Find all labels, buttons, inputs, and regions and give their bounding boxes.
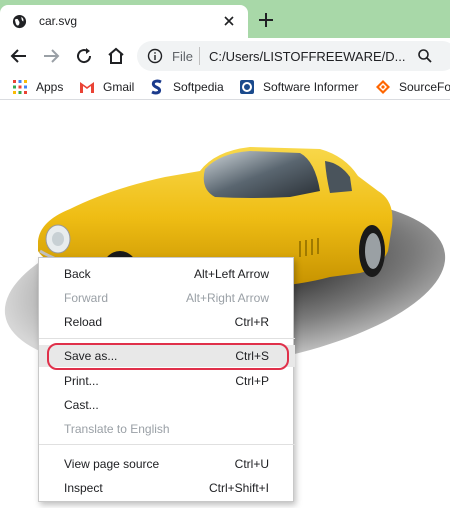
close-tab-icon[interactable] bbox=[221, 13, 237, 29]
menu-item-reload[interactable]: Reload Ctrl+R bbox=[39, 311, 295, 333]
menu-item-label: Back bbox=[64, 267, 91, 281]
highlight-ring bbox=[47, 343, 289, 370]
menu-item-label: Cast... bbox=[64, 398, 99, 412]
menu-separator bbox=[39, 338, 295, 339]
software-informer-icon bbox=[240, 80, 254, 94]
gmail-icon bbox=[80, 82, 94, 93]
toolbar: File C:/Users/LISTOFFREEWARE/D... bbox=[0, 38, 450, 74]
menu-item-label: Forward bbox=[64, 291, 109, 305]
menu-item-label: Reload bbox=[64, 315, 103, 329]
apps-grid-icon bbox=[13, 80, 27, 94]
menu-item-back[interactable]: Back Alt+Left Arrow bbox=[39, 263, 295, 285]
search-icon[interactable] bbox=[417, 48, 433, 64]
tab-strip: car.svg bbox=[0, 0, 450, 38]
home-icon[interactable] bbox=[106, 46, 126, 66]
url-text[interactable]: C:/Users/LISTOFFREEWARE/D... bbox=[209, 49, 405, 64]
active-tab[interactable]: car.svg bbox=[0, 5, 248, 38]
menu-item-cast[interactable]: Cast... bbox=[39, 394, 295, 416]
menu-item-label: View page source bbox=[64, 457, 160, 471]
bookmark-softpedia[interactable]: Softpedia bbox=[149, 78, 224, 96]
menu-item-forward: Forward Alt+Right Arrow bbox=[39, 287, 295, 309]
address-bar[interactable]: File C:/Users/LISTOFFREEWARE/D... bbox=[137, 41, 450, 71]
forward-arrow-icon[interactable] bbox=[41, 46, 61, 66]
tab-title: car.svg bbox=[39, 14, 78, 28]
menu-item-shortcut: Ctrl+U bbox=[234, 457, 269, 471]
bookmark-apps[interactable]: Apps bbox=[12, 78, 63, 96]
menu-item-label: Print... bbox=[64, 374, 99, 388]
menu-item-label: Inspect bbox=[64, 481, 103, 495]
menu-item-shortcut: Alt+Left Arrow bbox=[193, 267, 269, 281]
menu-item-shortcut: Ctrl+P bbox=[235, 374, 269, 388]
menu-item-print[interactable]: Print... Ctrl+P bbox=[39, 370, 295, 392]
bookmark-sourceforge[interactable]: SourceFo bbox=[375, 78, 450, 96]
bookmark-label: Softpedia bbox=[173, 80, 224, 94]
info-icon[interactable] bbox=[147, 48, 163, 64]
context-menu: Back Alt+Left Arrow Forward Alt+Right Ar… bbox=[38, 257, 295, 502]
new-tab-icon[interactable] bbox=[257, 11, 275, 29]
sourceforge-icon bbox=[376, 80, 390, 94]
reload-icon[interactable] bbox=[74, 46, 94, 66]
menu-item-shortcut: Ctrl+R bbox=[234, 315, 269, 329]
menu-item-shortcut: Ctrl+Shift+I bbox=[208, 481, 269, 495]
bookmark-gmail[interactable]: Gmail bbox=[79, 78, 134, 96]
softpedia-icon bbox=[151, 79, 162, 95]
menu-item-inspect[interactable]: Inspect Ctrl+Shift+I bbox=[39, 477, 295, 499]
menu-item-shortcut: Alt+Right Arrow bbox=[185, 291, 269, 305]
bookmark-label: Software Informer bbox=[263, 80, 359, 94]
menu-item-translate: Translate to English bbox=[39, 418, 295, 440]
bookmark-label: Gmail bbox=[103, 80, 135, 94]
bookmark-label: SourceFo bbox=[399, 80, 450, 94]
bookmarks-bar: Apps Gmail Softpedia Software Informer S… bbox=[0, 74, 450, 100]
bookmark-software-informer[interactable]: Software Informer bbox=[239, 78, 358, 96]
address-separator bbox=[199, 47, 200, 65]
back-arrow-icon[interactable] bbox=[9, 46, 29, 66]
bookmark-label: Apps bbox=[36, 80, 64, 94]
globe-icon bbox=[12, 14, 27, 29]
scheme-label: File bbox=[172, 49, 193, 64]
menu-item-label: Translate to English bbox=[64, 422, 170, 436]
menu-separator bbox=[39, 444, 295, 445]
menu-item-view-source[interactable]: View page source Ctrl+U bbox=[39, 453, 295, 475]
